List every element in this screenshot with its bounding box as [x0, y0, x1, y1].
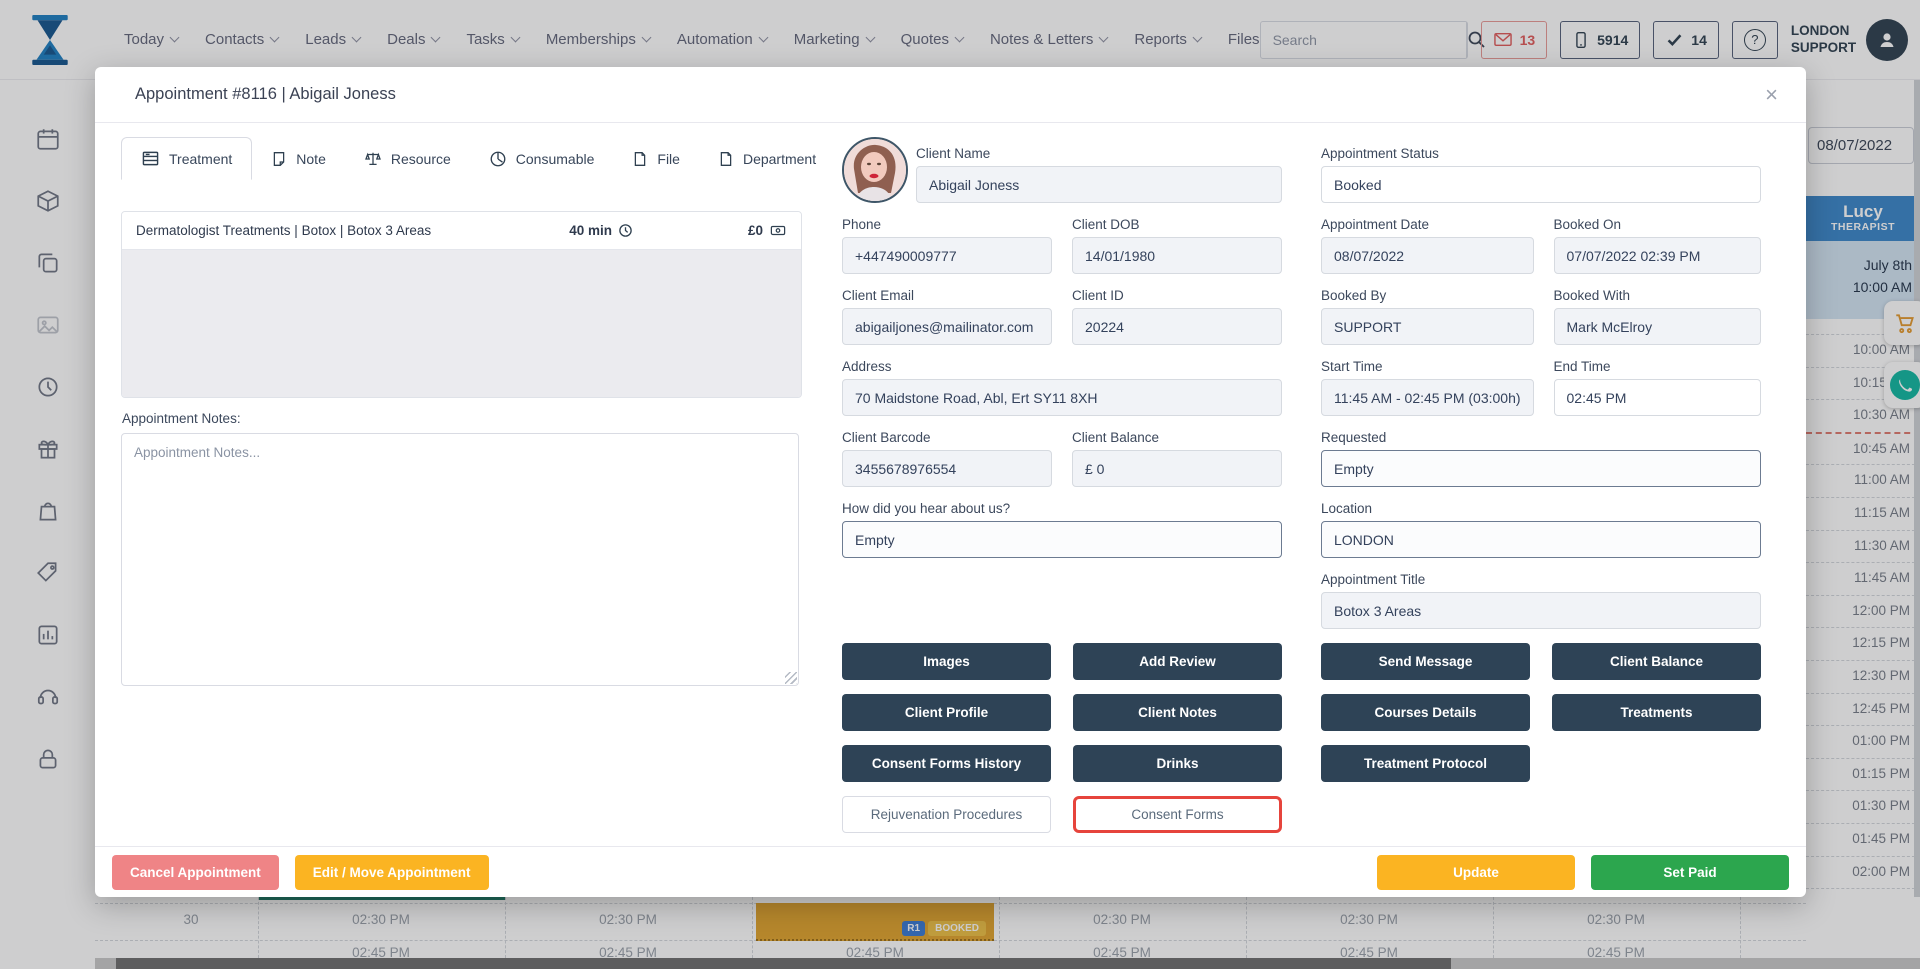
balance-field: £ 0	[1072, 450, 1282, 487]
modal-title: Appointment #8116 | Abigail Joness	[135, 85, 396, 104]
treatments-button[interactable]: Treatments	[1552, 694, 1761, 731]
drinks-button[interactable]: Drinks	[1073, 745, 1282, 782]
images-button[interactable]: Images	[842, 643, 1051, 680]
update-button[interactable]: Update	[1377, 855, 1575, 890]
client-photo[interactable]	[842, 137, 908, 203]
requested-select[interactable]: Empty	[1321, 450, 1761, 487]
email-field: abigailjones@mailinator.com	[842, 308, 1052, 345]
treatment-list: Dermatologist Treatments | Botox | Botox…	[121, 211, 802, 398]
tab-resource[interactable]: Resource	[345, 138, 470, 180]
notes-label: Appointment Notes:	[122, 411, 241, 426]
hear-about-select[interactable]: Empty	[842, 521, 1282, 558]
treatment-name: Dermatologist Treatments | Botox | Botox…	[136, 223, 569, 238]
start-time-field: 11:45 AM - 02:45 PM (03:00h)	[1321, 379, 1534, 416]
consent-forms-history-button[interactable]: Consent Forms History	[842, 745, 1051, 782]
treatment-row[interactable]: Dermatologist Treatments | Botox | Botox…	[122, 212, 801, 250]
send-message-button[interactable]: Send Message	[1321, 643, 1530, 680]
resize-handle[interactable]	[785, 672, 797, 684]
appointment-title-field: Botox 3 Areas	[1321, 592, 1761, 629]
dob-label: Client DOB	[1072, 217, 1282, 232]
document-icon	[718, 150, 734, 168]
treatment-duration: 40 min	[569, 223, 612, 238]
rejuvenation-procedures-button[interactable]: Rejuvenation Procedures	[842, 796, 1051, 833]
barcode-label: Client Barcode	[842, 430, 1052, 445]
appointment-date-field: 08/07/2022	[1321, 237, 1534, 274]
email-label: Client Email	[842, 288, 1052, 303]
balance-label: Client Balance	[1072, 430, 1282, 445]
treatment-list-icon	[141, 150, 160, 167]
pie-chart-icon	[489, 150, 507, 168]
banknote-icon	[769, 223, 787, 238]
appointment-modal: Appointment #8116 | Abigail Joness × Tre…	[95, 67, 1806, 897]
end-time-label: End Time	[1554, 359, 1761, 374]
end-time-select[interactable]: 02:45 PM	[1554, 379, 1761, 416]
scale-icon	[364, 150, 382, 168]
appointment-notes-input[interactable]	[121, 433, 799, 686]
booked-on-label: Booked On	[1554, 217, 1761, 232]
client-name-field: Abigail Joness	[916, 166, 1282, 203]
booked-by-field: SUPPORT	[1321, 308, 1534, 345]
cancel-appointment-button[interactable]: Cancel Appointment	[112, 855, 279, 890]
dob-field: 14/01/1980	[1072, 237, 1282, 274]
phone-field: +447490009777	[842, 237, 1052, 274]
clock-icon	[618, 223, 633, 238]
treatment-protocol-button[interactable]: Treatment Protocol	[1321, 745, 1530, 782]
appointment-status-label: Appointment Status	[1321, 146, 1761, 161]
tab-note[interactable]: Note	[252, 138, 345, 180]
tab-treatment[interactable]: Treatment	[121, 137, 252, 180]
booked-with-label: Booked With	[1554, 288, 1761, 303]
client-name-label: Client Name	[916, 146, 1282, 161]
client-profile-button[interactable]: Client Profile	[842, 694, 1051, 731]
booked-by-label: Booked By	[1321, 288, 1534, 303]
start-time-label: Start Time	[1321, 359, 1534, 374]
treatment-list-body	[122, 250, 801, 398]
client-notes-button[interactable]: Client Notes	[1073, 694, 1282, 731]
close-icon[interactable]: ×	[1765, 84, 1778, 106]
tab-consumable[interactable]: Consumable	[470, 138, 614, 180]
edit-move-appointment-button[interactable]: Edit / Move Appointment	[295, 855, 489, 890]
client-balance-button[interactable]: Client Balance	[1552, 643, 1761, 680]
appointment-date-label: Appointment Date	[1321, 217, 1534, 232]
requested-label: Requested	[1321, 430, 1761, 445]
detail-tabs: Treatment Note Resource Consumable File …	[121, 137, 835, 180]
treatment-price: £0	[748, 223, 763, 238]
add-review-button[interactable]: Add Review	[1073, 643, 1282, 680]
modal-footer: Cancel Appointment Edit / Move Appointme…	[95, 846, 1806, 897]
phone-label: Phone	[842, 217, 1052, 232]
address-label: Address	[842, 359, 1282, 374]
hear-about-label: How did you hear about us?	[842, 501, 1282, 516]
address-field: 70 Maidstone Road, Abl, Ert SY11 8XH	[842, 379, 1282, 416]
barcode-field: 3455678976554	[842, 450, 1052, 487]
client-id-field: 20224	[1072, 308, 1282, 345]
appointment-title-label: Appointment Title	[1321, 572, 1761, 587]
tab-file[interactable]: File	[613, 138, 699, 180]
set-paid-button[interactable]: Set Paid	[1591, 855, 1789, 890]
booked-on-field: 07/07/2022 02:39 PM	[1554, 237, 1761, 274]
appointment-status-select[interactable]: Booked	[1321, 166, 1761, 203]
consent-forms-button[interactable]: Consent Forms	[1073, 796, 1282, 833]
booked-with-field: Mark McElroy	[1554, 308, 1761, 345]
tab-department[interactable]: Department	[699, 138, 835, 180]
courses-details-button[interactable]: Courses Details	[1321, 694, 1530, 731]
modal-header: Appointment #8116 | Abigail Joness ×	[95, 67, 1806, 123]
client-id-label: Client ID	[1072, 288, 1282, 303]
note-icon	[271, 150, 287, 168]
file-icon	[632, 150, 648, 168]
location-label: Location	[1321, 501, 1761, 516]
location-select[interactable]: LONDON	[1321, 521, 1761, 558]
